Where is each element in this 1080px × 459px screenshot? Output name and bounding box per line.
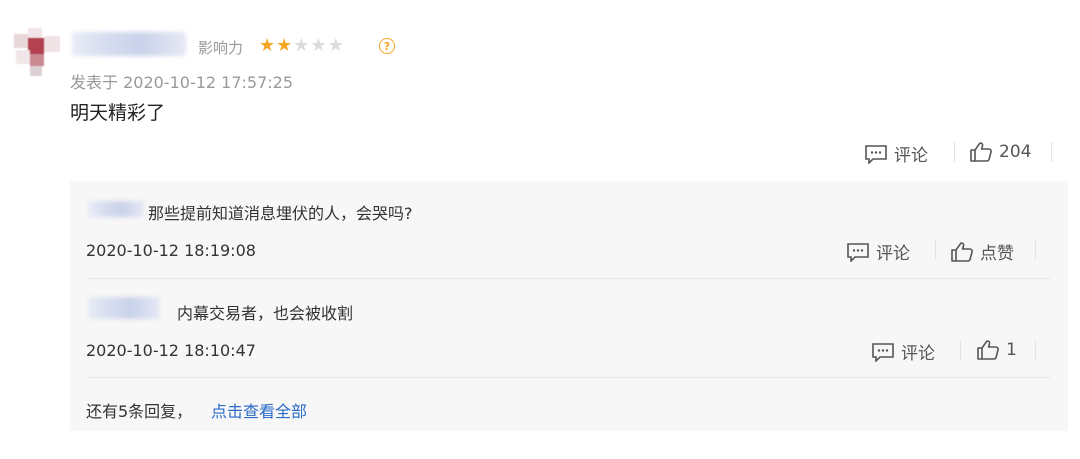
comment-icon (847, 242, 869, 262)
comment-button[interactable]: 评论 (864, 141, 928, 166)
comment-label: 评论 (876, 244, 910, 264)
divider (960, 340, 961, 360)
reply-divider (88, 377, 1050, 378)
view-all-replies-link[interactable]: 点击查看全部 (211, 398, 307, 422)
divider (954, 142, 955, 162)
influence-rating: ★★★★★ (259, 35, 345, 56)
reply-time: 2020-10-12 18:10:47 (86, 341, 256, 360)
star-icon: ★ (276, 35, 294, 56)
post-time: 发表于 2020-10-12 17:57:25 (70, 73, 294, 92)
like-button[interactable]: 204 (969, 141, 1031, 163)
star-icon: ★ (293, 35, 311, 56)
star-icon: ★ (327, 35, 345, 56)
reply-like-button[interactable]: 1 (976, 339, 1017, 361)
reply-username-blurred[interactable] (88, 297, 160, 319)
avatar[interactable] (14, 28, 64, 78)
reply-divider (88, 278, 1050, 279)
divider (1051, 142, 1052, 162)
reply-time: 2020-10-12 18:19:08 (86, 241, 256, 260)
comment-label: 评论 (894, 146, 928, 166)
divider (1035, 240, 1036, 260)
like-count: 1 (1006, 340, 1017, 360)
thumbs-up-icon (951, 241, 973, 262)
divider (935, 240, 936, 260)
star-icon: ★ (310, 35, 328, 56)
reply-like-button[interactable]: 点赞 (950, 239, 1014, 264)
help-icon[interactable]: ? (379, 38, 395, 54)
thumbs-up-icon (970, 142, 992, 162)
username-blurred[interactable] (72, 32, 186, 56)
thumbs-up-icon (977, 340, 999, 360)
reply-comment-button[interactable]: 评论 (871, 339, 935, 364)
comment-label: 评论 (901, 344, 935, 364)
reply-text: 内幕交易者，也会被收割 (177, 304, 354, 323)
comment-icon (865, 144, 887, 164)
like-count: 204 (999, 142, 1032, 162)
reply-comment-button[interactable]: 评论 (846, 239, 910, 264)
divider (1035, 340, 1036, 360)
star-icon: ★ (259, 35, 277, 56)
reply-text: 那些提前知道消息埋伏的人，会哭吗? (148, 204, 413, 223)
more-replies-text: 还有5条回复， (86, 402, 193, 421)
comment-icon (872, 342, 894, 362)
reply-username-blurred[interactable] (88, 201, 144, 217)
like-label: 点赞 (980, 244, 1014, 264)
comment-text: 明天精彩了 (70, 102, 166, 124)
influence-label: 影响力 (198, 39, 244, 57)
